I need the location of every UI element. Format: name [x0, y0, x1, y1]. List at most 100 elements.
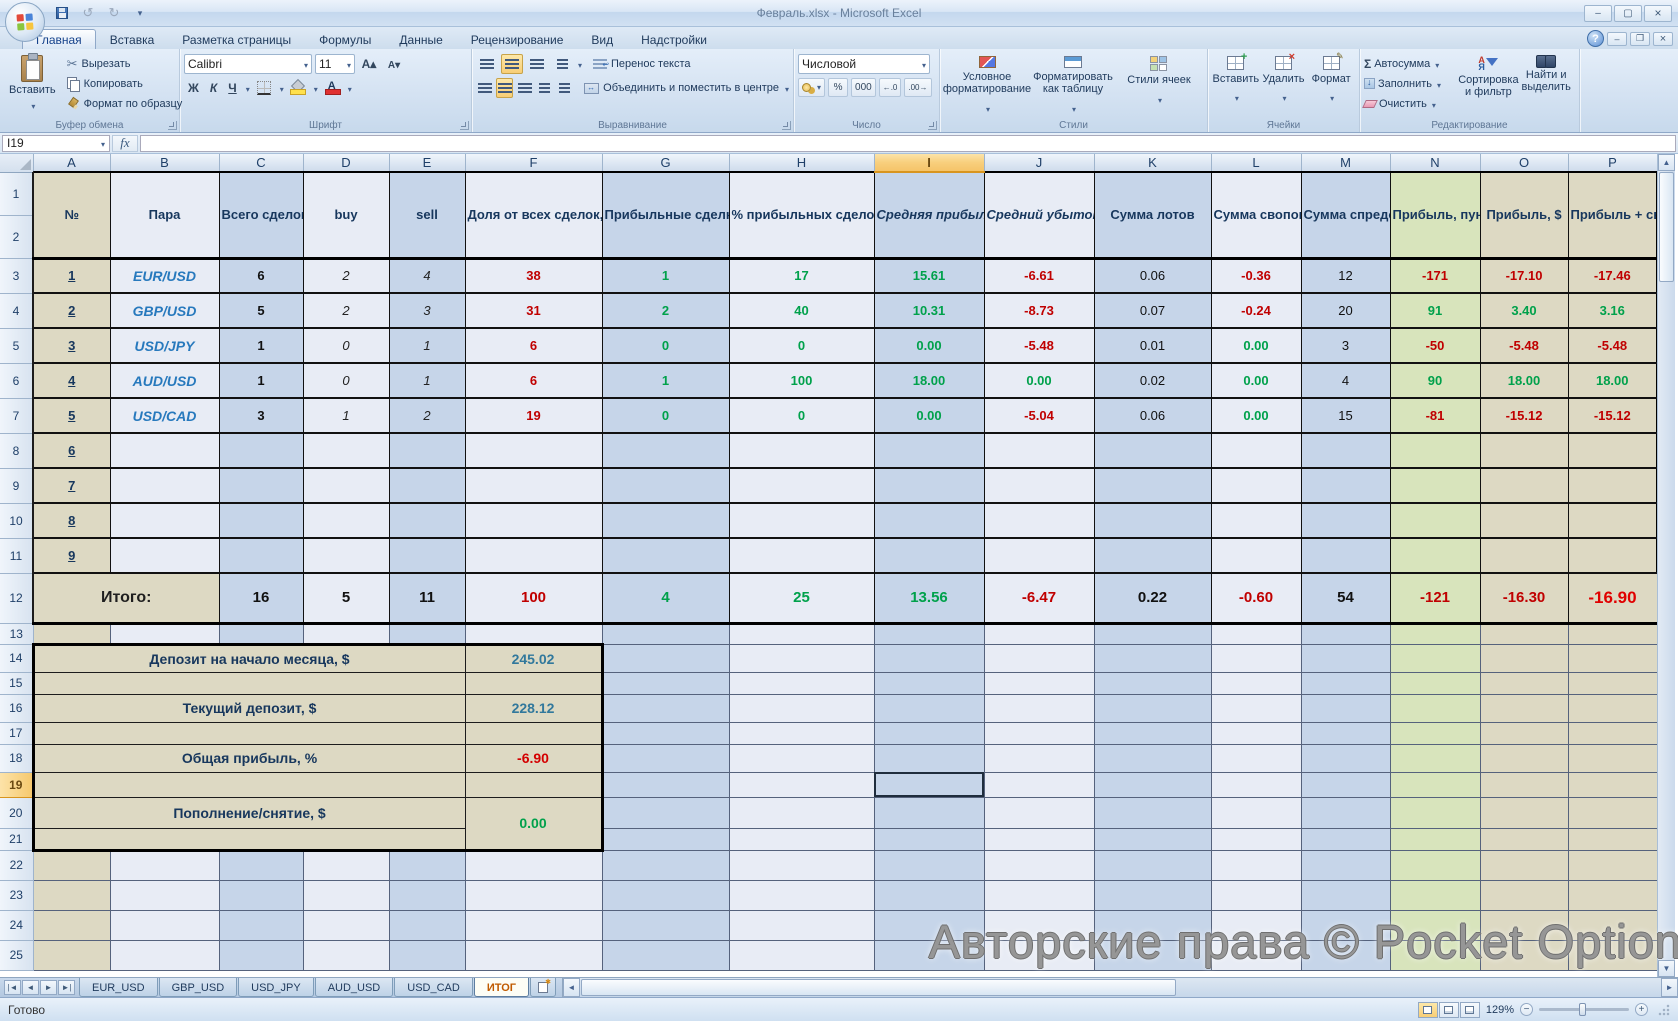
- cell-M13[interactable]: [1301, 623, 1390, 644]
- align-middle-button[interactable]: [501, 54, 523, 74]
- cell-L25[interactable]: [1211, 940, 1301, 970]
- page-break-view-button[interactable]: [1460, 1002, 1480, 1018]
- cell-A13[interactable]: [33, 623, 110, 644]
- cell-O12[interactable]: -16.30: [1480, 573, 1568, 623]
- cell-J7[interactable]: -5.04: [984, 398, 1094, 433]
- cell-H1[interactable]: % прибыльных сделок: [729, 172, 874, 258]
- number-dialog-launcher-icon[interactable]: [928, 121, 937, 130]
- cell-N17[interactable]: [1390, 722, 1480, 744]
- cell-A16[interactable]: Текущий депозит, $: [33, 694, 465, 722]
- cell-P22[interactable]: [1568, 850, 1657, 880]
- cell-D24[interactable]: [303, 910, 389, 940]
- column-header-H[interactable]: H: [729, 154, 874, 172]
- save-button[interactable]: [52, 4, 72, 22]
- normal-view-button[interactable]: [1418, 1002, 1438, 1018]
- cell-H4[interactable]: 40: [729, 293, 874, 328]
- row-header-13[interactable]: 13: [0, 623, 33, 644]
- column-header-I[interactable]: I: [874, 154, 984, 172]
- cell-L23[interactable]: [1211, 880, 1301, 910]
- tab-review[interactable]: Рецензирование: [457, 29, 578, 49]
- cell-K4[interactable]: 0.07: [1094, 293, 1211, 328]
- cell-L21[interactable]: [1211, 828, 1301, 850]
- cell-L12[interactable]: -0.60: [1211, 573, 1301, 623]
- sheet-tab-eur-usd[interactable]: EUR_USD: [79, 978, 158, 997]
- cell-F4[interactable]: 31: [465, 293, 602, 328]
- cell-G16[interactable]: [602, 694, 729, 722]
- cell-H15[interactable]: [729, 672, 874, 694]
- number-format-combo[interactable]: Числовой: [798, 54, 930, 74]
- row-header-19[interactable]: 19: [0, 772, 33, 797]
- cell-E23[interactable]: [389, 880, 465, 910]
- cell-A15[interactable]: [33, 672, 465, 694]
- cell-A24[interactable]: [33, 910, 110, 940]
- zoom-level[interactable]: 129%: [1486, 1004, 1514, 1016]
- cell-K23[interactable]: [1094, 880, 1211, 910]
- underline-button[interactable]: Ч: [224, 79, 240, 97]
- cell-A12[interactable]: Итого:: [33, 573, 219, 623]
- sort-filter-button[interactable]: Сортировка и фильтр: [1459, 52, 1517, 117]
- cell-N24[interactable]: [1390, 910, 1480, 940]
- cell-P21[interactable]: [1568, 828, 1657, 850]
- cell-G13[interactable]: [602, 623, 729, 644]
- cell-A9[interactable]: 7: [33, 468, 110, 503]
- cell-H22[interactable]: [729, 850, 874, 880]
- row-header-10[interactable]: 10: [0, 503, 33, 538]
- cell-I7[interactable]: 0.00: [874, 398, 984, 433]
- cell-A1[interactable]: №: [33, 172, 110, 258]
- cell-G9[interactable]: [602, 468, 729, 503]
- column-header-J[interactable]: J: [984, 154, 1094, 172]
- font-name-combo[interactable]: Calibri: [184, 54, 312, 74]
- cell-M21[interactable]: [1301, 828, 1390, 850]
- cell-I19[interactable]: [874, 772, 984, 797]
- cell-O17[interactable]: [1480, 722, 1568, 744]
- cell-J4[interactable]: -8.73: [984, 293, 1094, 328]
- column-header-N[interactable]: N: [1390, 154, 1480, 172]
- cell-M6[interactable]: 4: [1301, 363, 1390, 398]
- cell-L7[interactable]: 0.00: [1211, 398, 1301, 433]
- next-sheet-icon[interactable]: [40, 980, 57, 995]
- cell-K15[interactable]: [1094, 672, 1211, 694]
- cell-O7[interactable]: -15.12: [1480, 398, 1568, 433]
- shrink-font-button[interactable]: [383, 54, 405, 74]
- cell-B1[interactable]: Пара: [110, 172, 219, 258]
- cell-styles-button[interactable]: Стили ячеек: [1116, 52, 1202, 117]
- cell-K22[interactable]: [1094, 850, 1211, 880]
- column-header-O[interactable]: O: [1480, 154, 1568, 172]
- cell-B13[interactable]: [110, 623, 219, 644]
- page-layout-view-button[interactable]: [1439, 1002, 1459, 1018]
- cell-E6[interactable]: 1: [389, 363, 465, 398]
- cell-P18[interactable]: [1568, 744, 1657, 772]
- cell-K25[interactable]: [1094, 940, 1211, 970]
- row-header-11[interactable]: 11: [0, 538, 33, 573]
- tab-formulas[interactable]: Формулы: [305, 29, 385, 49]
- cell-A17[interactable]: [33, 722, 465, 744]
- cell-E10[interactable]: [389, 503, 465, 538]
- align-bottom-button[interactable]: [526, 54, 548, 74]
- row-header-16[interactable]: 16: [0, 694, 33, 722]
- cell-L22[interactable]: [1211, 850, 1301, 880]
- cell-L10[interactable]: [1211, 503, 1301, 538]
- office-button[interactable]: [5, 2, 45, 42]
- comma-style-button[interactable]: 000: [851, 78, 876, 97]
- horizontal-scroll-thumb[interactable]: [581, 979, 1176, 996]
- cell-G3[interactable]: 1: [602, 258, 729, 293]
- cell-H9[interactable]: [729, 468, 874, 503]
- scroll-up-icon[interactable]: [1658, 154, 1675, 171]
- row-header-24[interactable]: 24: [0, 910, 33, 940]
- cell-N25[interactable]: [1390, 940, 1480, 970]
- cell-I21[interactable]: [874, 828, 984, 850]
- cell-F8[interactable]: [465, 433, 602, 468]
- cell-K12[interactable]: 0.22: [1094, 573, 1211, 623]
- cell-N4[interactable]: 91: [1390, 293, 1480, 328]
- cell-M25[interactable]: [1301, 940, 1390, 970]
- zoom-slider-thumb[interactable]: [1579, 1003, 1586, 1016]
- cell-M3[interactable]: 12: [1301, 258, 1390, 293]
- cell-G14[interactable]: [602, 644, 729, 672]
- cell-K16[interactable]: [1094, 694, 1211, 722]
- cell-A25[interactable]: [33, 940, 110, 970]
- cell-P17[interactable]: [1568, 722, 1657, 744]
- cell-D22[interactable]: [303, 850, 389, 880]
- cell-I17[interactable]: [874, 722, 984, 744]
- cell-O20[interactable]: [1480, 797, 1568, 828]
- cell-I18[interactable]: [874, 744, 984, 772]
